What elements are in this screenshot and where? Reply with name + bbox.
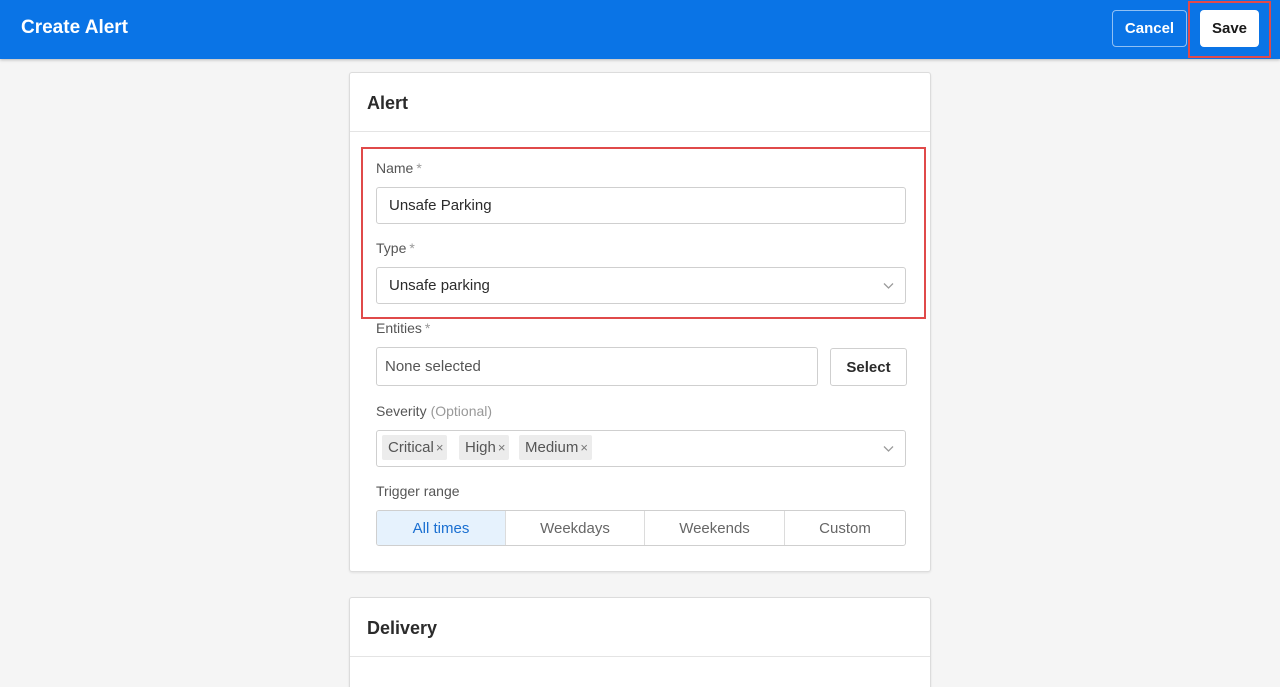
trigger-range-label: Trigger range bbox=[376, 483, 460, 499]
delivery-card: Delivery bbox=[349, 597, 931, 687]
name-label-text: Name bbox=[376, 160, 414, 176]
required-marker: * bbox=[424, 320, 431, 336]
close-icon[interactable]: × bbox=[580, 440, 588, 455]
severity-tag-critical: Critical × bbox=[382, 435, 448, 460]
save-button[interactable]: Save bbox=[1200, 10, 1259, 47]
severity-label-text: Severity bbox=[376, 403, 427, 419]
required-marker: * bbox=[416, 160, 422, 176]
close-icon[interactable]: × bbox=[498, 440, 506, 455]
tag-label: High bbox=[465, 439, 496, 456]
name-input[interactable]: Unsafe Parking bbox=[376, 187, 906, 224]
card-divider bbox=[350, 656, 930, 657]
type-label: Type * bbox=[376, 240, 415, 256]
type-label-text: Type bbox=[376, 240, 407, 256]
entities-label-text: Entities bbox=[376, 320, 422, 336]
severity-select[interactable]: Critical × High × Medium × bbox=[376, 430, 906, 467]
trigger-option-all-times[interactable]: All times bbox=[377, 511, 505, 545]
page-title: Create Alert bbox=[21, 17, 129, 38]
cancel-button[interactable]: Cancel bbox=[1112, 10, 1187, 47]
entities-input[interactable]: None selected bbox=[376, 347, 818, 386]
severity-tag-medium: Medium × bbox=[519, 435, 592, 460]
alert-card: Alert Name * Unsafe Parking Type * Unsafe … bbox=[349, 72, 931, 572]
alert-card-title: Alert bbox=[367, 93, 409, 113]
trigger-option-weekends[interactable]: Weekends bbox=[644, 511, 784, 545]
optional-marker: (Optional) bbox=[430, 403, 493, 419]
trigger-option-custom[interactable]: Custom bbox=[784, 511, 905, 545]
tag-label: Medium bbox=[525, 439, 579, 456]
trigger-range-segmented-control: All times Weekdays Weekends Custom bbox=[376, 510, 906, 546]
close-icon[interactable]: × bbox=[436, 440, 444, 455]
entities-label: Entities * bbox=[376, 320, 430, 336]
select-entities-button[interactable]: Select bbox=[830, 348, 907, 386]
severity-tag-high: High × bbox=[459, 435, 510, 460]
delivery-card-title: Delivery bbox=[367, 618, 438, 638]
name-label: Name * bbox=[376, 160, 422, 176]
type-select-value: Unsafe parking bbox=[389, 277, 490, 294]
card-divider bbox=[350, 131, 930, 132]
trigger-option-weekdays[interactable]: Weekdays bbox=[505, 511, 644, 545]
tag-label: Critical bbox=[388, 439, 434, 456]
top-bar: Create Alert Cancel Save bbox=[0, 0, 1280, 59]
chevron-down-icon bbox=[883, 283, 894, 289]
type-select[interactable]: Unsafe parking bbox=[376, 267, 906, 304]
required-marker: * bbox=[409, 240, 415, 256]
severity-label: Severity (Optional) bbox=[376, 403, 492, 419]
chevron-down-icon bbox=[883, 446, 894, 452]
